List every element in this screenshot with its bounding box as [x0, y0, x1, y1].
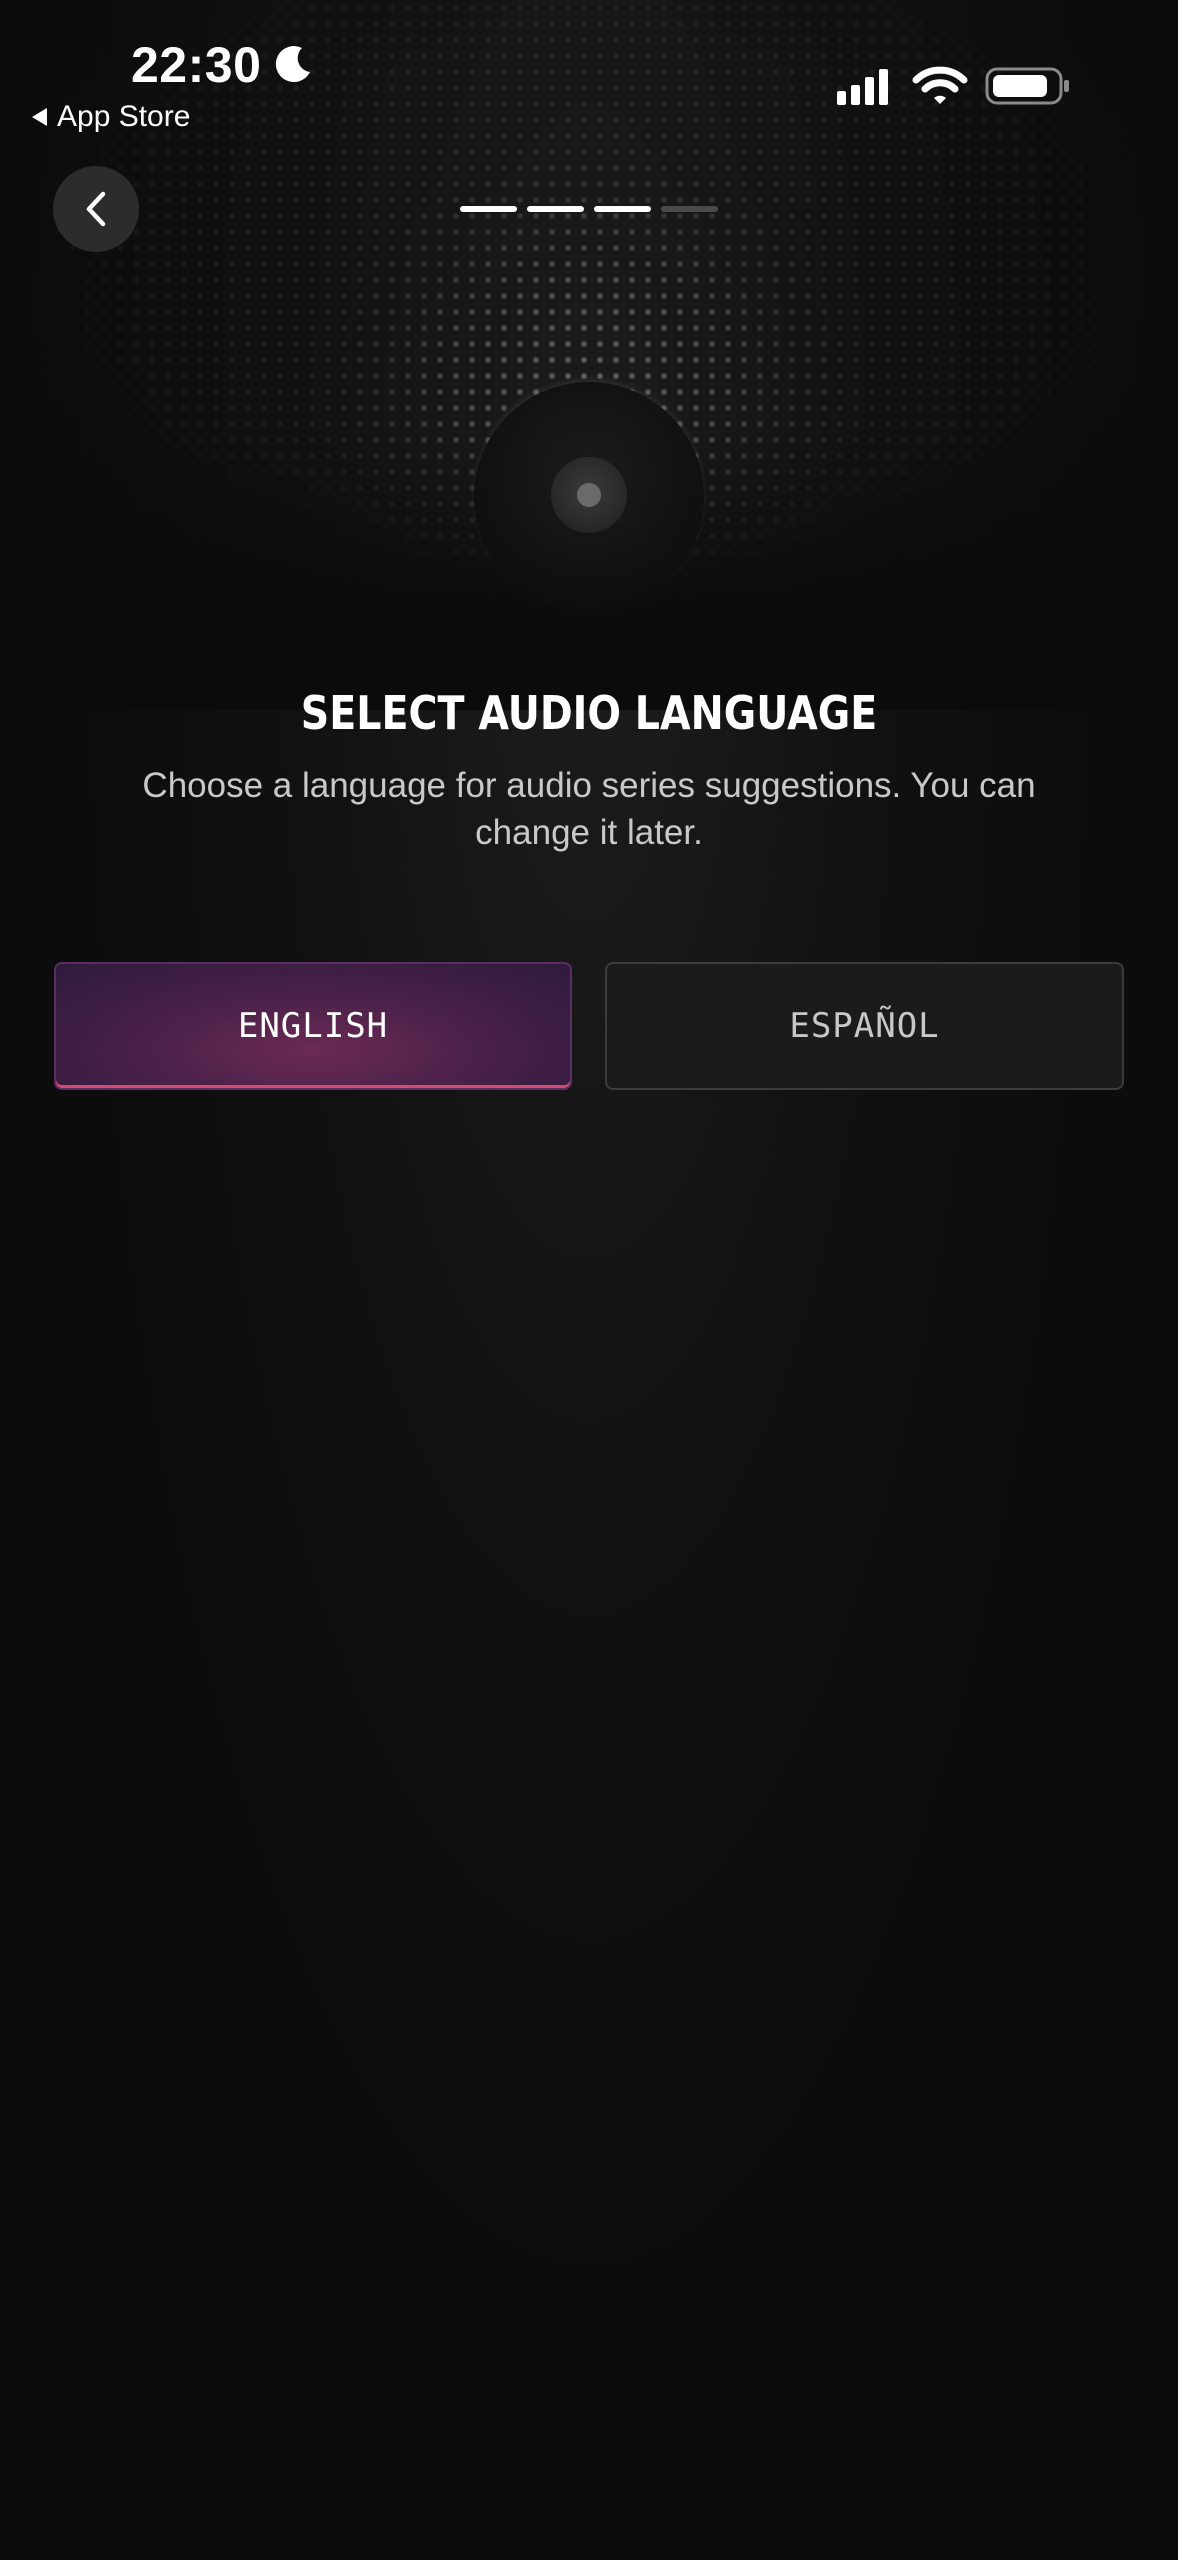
battery-icon: [985, 67, 1069, 105]
step-progress-indicator: [460, 206, 718, 212]
onboarding-screen: 22:30 App Store SELECT AUDIO LANGUAGE Ch…: [0, 0, 1178, 2560]
chevron-left-icon: [86, 191, 106, 227]
moon-icon: [275, 46, 310, 83]
status-time: 22:30: [131, 37, 262, 93]
back-app-label: App Store: [57, 100, 191, 133]
progress-step-4: [661, 206, 718, 212]
language-option-english[interactable]: ENGLISH: [54, 962, 572, 1090]
back-to-app-store[interactable]: App Store: [32, 100, 190, 134]
language-option-label: ESPAÑOL: [789, 1006, 940, 1046]
progress-step-2: [527, 206, 584, 212]
language-option-label: ENGLISH: [237, 1006, 389, 1046]
page-subtitle: Choose a language for audio series sugge…: [142, 766, 1036, 852]
language-option-espanol[interactable]: ESPAÑOL: [605, 962, 1124, 1090]
speaker-center-dot: [577, 483, 601, 507]
back-button[interactable]: [53, 166, 139, 252]
progress-step-3: [594, 206, 651, 212]
back-triangle-icon: [32, 108, 47, 126]
progress-step-1: [460, 206, 517, 212]
cellular-signal-icon: [837, 69, 888, 105]
wifi-icon: [912, 66, 968, 104]
page-title: SELECT AUDIO LANGUAGE: [300, 686, 878, 740]
